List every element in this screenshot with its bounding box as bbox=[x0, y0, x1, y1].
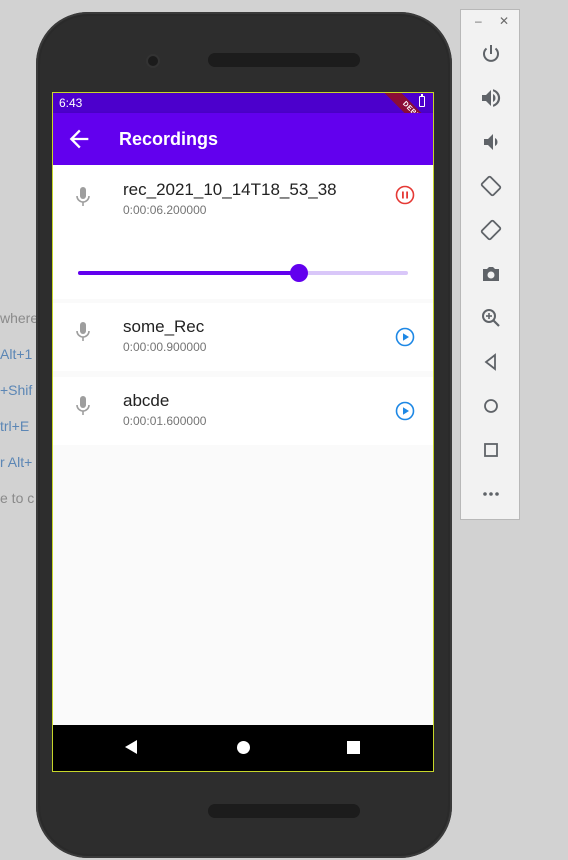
more-button[interactable] bbox=[479, 482, 503, 506]
battery-icon bbox=[419, 94, 425, 107]
recording-item[interactable]: abcde 0:00:01.600000 bbox=[53, 377, 433, 445]
playback-slider[interactable] bbox=[78, 264, 408, 282]
microphone-icon bbox=[76, 187, 90, 206]
arrow-back-icon bbox=[69, 129, 89, 149]
android-navigation-bar bbox=[53, 725, 433, 771]
rotate-right-button[interactable] bbox=[479, 218, 503, 242]
camera-icon bbox=[483, 267, 499, 281]
more-icon bbox=[483, 492, 499, 496]
recording-name: abcde bbox=[123, 391, 170, 410]
slider-thumb[interactable] bbox=[290, 264, 309, 282]
nav-home-icon[interactable] bbox=[237, 741, 250, 754]
close-icon[interactable]: ✕ bbox=[499, 14, 509, 28]
emulator-toolbar: – ✕ bbox=[460, 9, 520, 520]
hint-shortcut: Alt+1 bbox=[0, 346, 33, 362]
volume-down-icon bbox=[484, 134, 498, 150]
home-button-emulator[interactable] bbox=[479, 394, 503, 418]
device-screen: 6:43 DEBUG Recordings rec_2021_10_14T18_… bbox=[52, 92, 434, 772]
hint-shortcut: +Shif bbox=[0, 382, 33, 398]
nav-recents-icon[interactable] bbox=[347, 741, 360, 754]
app-bar: Recordings bbox=[53, 113, 433, 165]
page-title: Recordings bbox=[119, 129, 219, 149]
rotate-left-button[interactable] bbox=[479, 174, 503, 198]
recording-item[interactable]: some_Rec 0:00:00.900000 bbox=[53, 303, 433, 371]
recording-duration: 0:00:01.600000 bbox=[123, 414, 207, 428]
status-bar: 6:43 DEBUG bbox=[53, 93, 433, 147]
play-button[interactable] bbox=[395, 401, 415, 421]
power-icon bbox=[483, 45, 499, 62]
minimize-icon[interactable]: – bbox=[475, 14, 482, 28]
overview-button[interactable] bbox=[479, 438, 503, 462]
overview-icon bbox=[484, 443, 498, 457]
front-camera bbox=[148, 56, 158, 66]
bottom-speaker bbox=[208, 804, 360, 818]
recording-duration: 0:00:00.900000 bbox=[123, 340, 207, 354]
screenshot-button[interactable] bbox=[479, 262, 503, 286]
hint-text: e to c bbox=[0, 490, 35, 506]
back-button-emulator[interactable] bbox=[479, 350, 503, 374]
back-button[interactable] bbox=[65, 125, 93, 153]
rotate-left-icon bbox=[480, 175, 502, 197]
power-button[interactable] bbox=[479, 42, 503, 66]
recording-duration: 0:00:06.200000 bbox=[123, 203, 207, 217]
pause-circle-icon bbox=[395, 185, 415, 205]
home-icon bbox=[484, 399, 498, 413]
play-circle-icon bbox=[395, 401, 415, 421]
back-icon bbox=[484, 353, 496, 371]
top-speaker bbox=[208, 53, 360, 67]
play-button[interactable] bbox=[395, 327, 415, 347]
hint-text: where bbox=[0, 310, 39, 326]
slider-progress bbox=[78, 271, 300, 275]
microphone-icon bbox=[76, 322, 90, 341]
hint-shortcut: trl+E bbox=[0, 418, 30, 434]
play-circle-icon bbox=[395, 327, 415, 347]
status-time: 6:43 bbox=[59, 96, 83, 110]
nav-back-icon[interactable] bbox=[125, 740, 137, 754]
zoom-icon bbox=[482, 309, 500, 327]
recording-name: rec_2021_10_14T18_53_38 bbox=[123, 180, 337, 199]
pause-button[interactable] bbox=[395, 185, 415, 205]
volume-up-icon bbox=[482, 89, 501, 107]
microphone-icon bbox=[76, 396, 90, 415]
zoom-button[interactable] bbox=[479, 306, 503, 330]
rotate-right-icon bbox=[480, 219, 502, 241]
hint-shortcut: r Alt+ bbox=[0, 454, 33, 470]
recording-item[interactable]: rec_2021_10_14T18_53_38 0:00:06.200000 bbox=[53, 165, 433, 299]
recording-name: some_Rec bbox=[123, 317, 205, 336]
volume-up-button[interactable] bbox=[479, 86, 503, 110]
volume-down-button[interactable] bbox=[479, 130, 503, 154]
